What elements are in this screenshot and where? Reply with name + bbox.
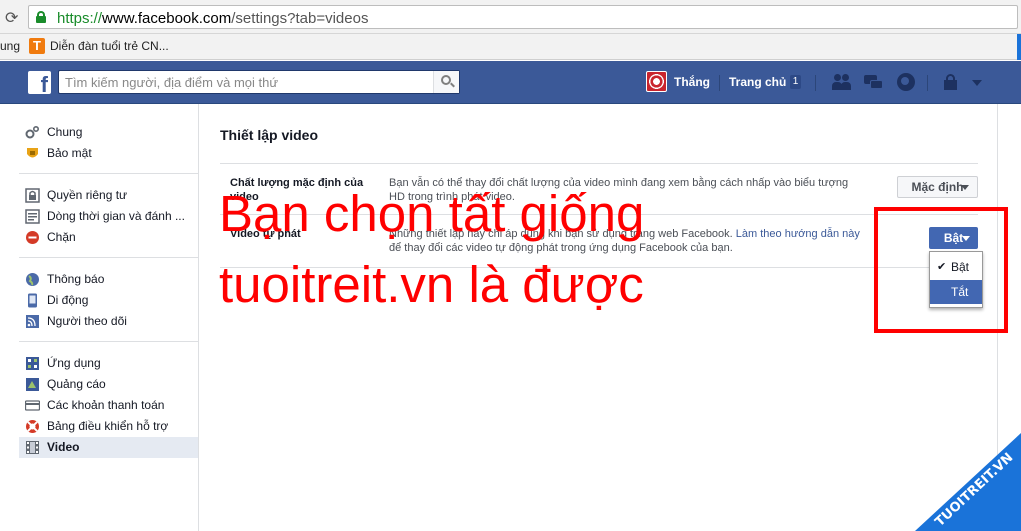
sidebar-item-apps[interactable]: Ứng dụng — [19, 353, 198, 374]
home-count-badge: 1 — [790, 75, 801, 89]
sidebar-item-video[interactable]: Video — [19, 437, 198, 458]
lifebuoy-icon — [26, 420, 39, 433]
shield-icon — [27, 148, 38, 158]
sidebar-item-general[interactable]: Chung — [19, 122, 198, 143]
search-button[interactable] — [433, 71, 459, 93]
bookmark-item-forum[interactable]: Diễn đàn tuổi trẻ CN... — [50, 39, 169, 53]
nav-divider — [719, 75, 720, 91]
home-link[interactable]: Trang chủ — [729, 75, 786, 89]
sidebar-item-label: Thông báo — [47, 272, 105, 286]
sidebar-item-notifications[interactable]: Thông báo — [19, 269, 198, 290]
sidebar-item-followers[interactable]: Người theo dõi — [19, 311, 198, 332]
annotation-text-line: Bạn chọn tất giống — [219, 185, 645, 242]
button-label: Mặc định — [911, 180, 964, 194]
sidebar-item-ads[interactable]: Quảng cáo — [19, 374, 198, 395]
timeline-icon — [25, 209, 40, 224]
apps-icon — [26, 357, 39, 370]
sidebar-item-privacy[interactable]: Quyền riêng tư — [19, 185, 198, 206]
sidebar-item-label: Video — [47, 440, 80, 454]
sidebar-item-label: Bảng điều khiển hỗ trợ — [47, 419, 169, 433]
search-input[interactable] — [59, 71, 433, 93]
ads-icon — [26, 378, 39, 391]
page-title: Thiết lập video — [220, 127, 319, 143]
secure-lock-icon — [36, 11, 46, 23]
sidebar-item-security[interactable]: Bảo mật — [19, 143, 198, 164]
sidebar-item-label: Các khoản thanh toán — [47, 398, 165, 412]
bookmarks-bar: ung T Diễn đàn tuổi trẻ CN... — [0, 34, 1021, 60]
annotation-highlight-box — [874, 207, 1008, 333]
address-bar[interactable]: https://www.facebook.com/settings?tab=vi… — [28, 5, 1018, 29]
globe-icon — [26, 273, 39, 286]
avatar[interactable] — [646, 71, 667, 92]
bookmark-item-truncated[interactable]: ung — [0, 39, 20, 53]
chevron-down-icon — [961, 185, 969, 190]
url-path: /settings?tab=videos — [231, 10, 369, 27]
sidebar-item-blocking[interactable]: Chặn — [19, 227, 198, 248]
sidebar-item-label: Quảng cáo — [47, 377, 106, 391]
bookmark-favicon-icon: T — [29, 38, 45, 54]
reload-icon[interactable]: ⟳ — [5, 8, 18, 28]
sidebar-divider — [19, 341, 198, 342]
sidebar-item-label: Người theo dõi — [47, 314, 127, 328]
watermark-text: TUOITREIT.VN — [932, 450, 1016, 530]
default-quality-dropdown-button[interactable]: Mặc định — [897, 176, 978, 198]
sidebar-divider — [19, 173, 198, 174]
film-icon — [26, 441, 39, 454]
column-divider — [198, 104, 199, 531]
facebook-logo-icon[interactable]: f — [28, 71, 51, 94]
sidebar-item-label: Chặn — [47, 230, 76, 244]
url-host: www.facebook.com — [102, 10, 232, 27]
friends-icon[interactable] — [832, 73, 852, 91]
facebook-header: f Thắng Trang chủ 1 — [0, 61, 1021, 104]
sidebar-item-label: Bảo mật — [47, 146, 92, 160]
sidebar-item-label: Chung — [47, 125, 83, 139]
sidebar-item-label: Quyền riêng tư — [47, 188, 128, 202]
url-scheme: https:// — [57, 10, 103, 27]
sidebar-item-label: Dòng thời gian và đánh ... — [47, 209, 185, 223]
notifications-globe-icon[interactable] — [897, 73, 917, 91]
search-box — [58, 70, 460, 94]
payment-card-icon — [25, 400, 40, 411]
annotation-text-line: tuoitreit.vn là được — [219, 256, 644, 313]
window-edge — [1017, 34, 1021, 60]
account-caret-icon[interactable] — [972, 80, 982, 86]
sidebar-item-payments[interactable]: Các khoản thanh toán — [19, 395, 198, 416]
sidebar-item-support-dashboard[interactable]: Bảng điều khiển hỗ trợ — [19, 416, 198, 437]
help-link[interactable]: Làm theo hướng dẫn này — [736, 228, 860, 240]
sidebar-item-label: Ứng dụng — [47, 356, 101, 370]
block-icon — [26, 231, 39, 244]
nav-divider — [815, 75, 816, 91]
url-text[interactable]: https://www.facebook.com/settings?tab=vi… — [57, 10, 368, 27]
watermark-ribbon — [915, 433, 1021, 531]
sidebar-item-timeline[interactable]: Dòng thời gian và đánh ... — [19, 206, 198, 227]
browser-toolbar: ⟳ https://www.facebook.com/settings?tab=… — [0, 0, 1021, 34]
messages-icon[interactable] — [864, 73, 884, 91]
profile-link[interactable]: Thắng — [674, 75, 710, 89]
gear-icon — [25, 125, 40, 139]
privacy-lock-icon[interactable] — [942, 73, 962, 91]
mobile-icon — [28, 293, 37, 308]
privacy-lock-icon — [25, 188, 40, 203]
section-divider — [220, 163, 978, 164]
nav-divider — [927, 75, 928, 91]
sidebar-divider — [19, 257, 198, 258]
rss-icon — [26, 315, 39, 328]
sidebar-item-mobile[interactable]: Di động — [19, 290, 198, 311]
sidebar-item-label: Di động — [47, 293, 89, 307]
